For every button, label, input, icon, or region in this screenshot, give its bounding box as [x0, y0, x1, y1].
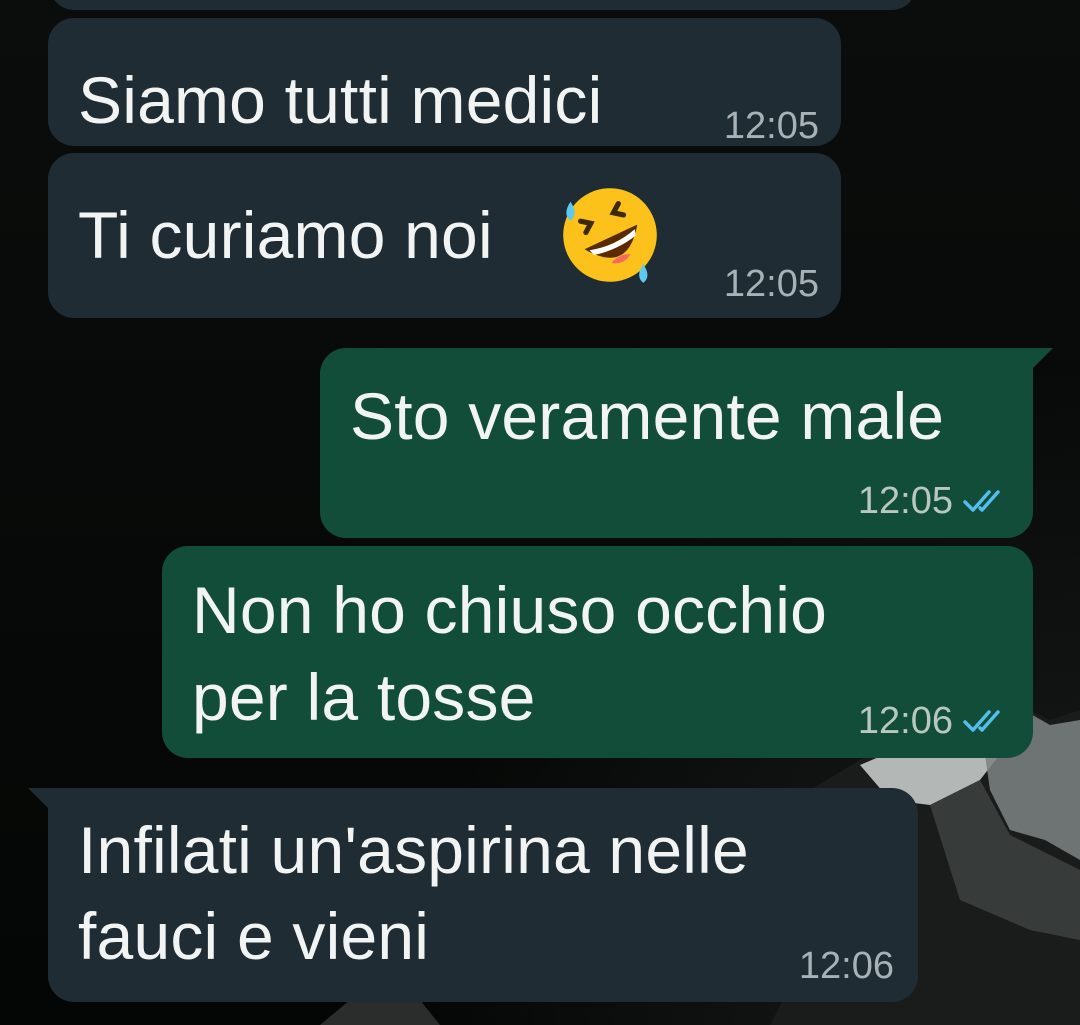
- message-text: Siamo tutti medici: [78, 63, 603, 137]
- incoming-message-bubble[interactable]: Infilati un'aspirina nelle fauci e vieni…: [28, 788, 918, 1002]
- message-timestamp: 12:05: [723, 105, 819, 147]
- message-text-line: fauci e vieni: [78, 899, 430, 973]
- message-text-line: Non ho chiuso occhio: [192, 573, 828, 647]
- message-timestamp: 12:06: [857, 700, 953, 742]
- bubble-tail: [1027, 348, 1053, 374]
- rolling-on-the-floor-laughing-emoji: [563, 188, 657, 283]
- message-text: Ti curiamo noi: [78, 198, 493, 272]
- conversation[interactable]: Siamo tutti medici 12:05 Ti curiamo noi …: [0, 0, 1080, 1025]
- message-meta: 12:06: [858, 701, 1007, 741]
- double-check-read-icon: [963, 710, 1000, 732]
- message-meta: 12:05: [858, 481, 1007, 521]
- message-meta: 12:05: [724, 264, 819, 304]
- double-check-read-icon: [963, 490, 1000, 512]
- message-timestamp: 12:05: [857, 480, 953, 522]
- incoming-message-bubble[interactable]: Siamo tutti medici 12:05: [48, 18, 841, 146]
- outgoing-message-bubble[interactable]: Non ho chiuso occhio per la tosse 12:06: [162, 546, 1033, 758]
- previous-message-bubble[interactable]: [50, 0, 916, 10]
- message-timestamp: 12:05: [723, 263, 819, 305]
- message-text-line: per la tosse: [192, 660, 536, 734]
- message-text-line: Infilati un'aspirina nelle: [78, 813, 749, 887]
- message-timestamp: 12:06: [798, 945, 894, 987]
- message-text: Sto veramente male: [350, 379, 945, 453]
- incoming-message-bubble[interactable]: Ti curiamo noi 12:05: [48, 153, 841, 318]
- message-meta: 12:05: [724, 106, 819, 146]
- outgoing-message-bubble[interactable]: Sto veramente male 12:05: [320, 348, 1053, 538]
- bubble-tail: [28, 788, 54, 814]
- message-meta: 12:06: [799, 946, 894, 986]
